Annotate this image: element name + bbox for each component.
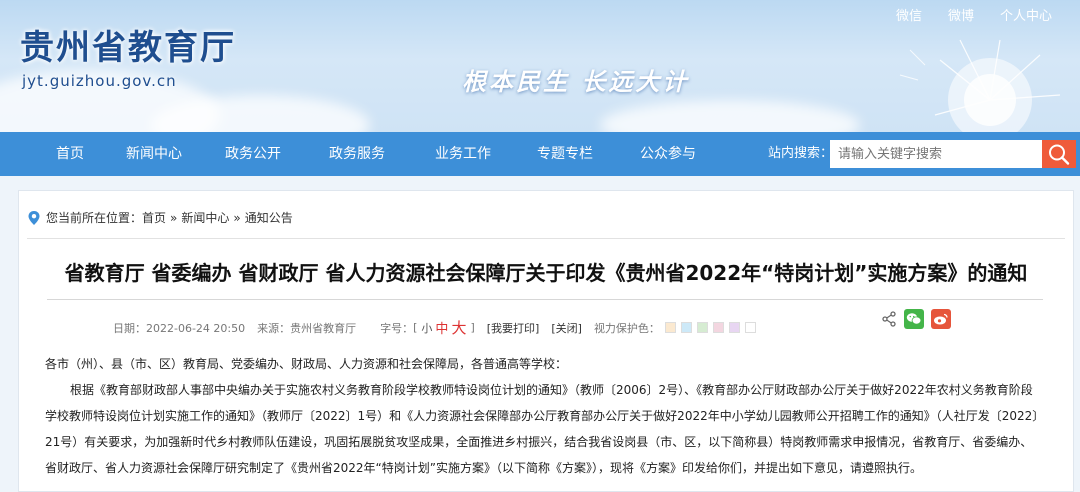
print-button[interactable]: [我要打印] xyxy=(487,320,540,336)
close-button[interactable]: [关闭] xyxy=(551,320,582,336)
breadcrumb: 您当前所在位置： 首页 » 新闻中心 » 通知公告 xyxy=(27,209,293,226)
article-date: 日期：2022-06-24 20:50 xyxy=(113,321,246,335)
location-pin-icon xyxy=(28,210,40,225)
breadcrumb-news[interactable]: 新闻中心 xyxy=(181,209,229,226)
nav-item-topics[interactable]: 专题专栏 xyxy=(537,132,593,176)
nav-item-services[interactable]: 政务服务 xyxy=(329,132,385,176)
font-size-small[interactable]: 小 xyxy=(421,320,432,336)
share-bar xyxy=(881,309,951,329)
breadcrumb-home[interactable]: 首页 xyxy=(142,209,166,226)
font-size-medium[interactable]: 中 xyxy=(435,318,448,337)
bracket-close: ] xyxy=(470,321,475,334)
eye-color-swatch[interactable] xyxy=(728,322,740,333)
bracket-open: [ xyxy=(413,321,418,334)
eye-protection-label: 视力保护色： xyxy=(593,321,660,335)
dandelion-decoration xyxy=(899,39,1061,132)
slogan: 根本民生 长远大计 xyxy=(462,67,690,96)
cloud-decoration xyxy=(600,100,860,132)
top-link-weibo[interactable]: 微博 xyxy=(948,5,974,24)
eye-color-swatch[interactable] xyxy=(696,322,708,333)
nav-item-business[interactable]: 业务工作 xyxy=(435,132,491,176)
search-label: 站内搜索： xyxy=(768,146,834,161)
font-size-label: 字号： xyxy=(380,321,414,335)
weibo-share-button[interactable] xyxy=(931,309,951,329)
article-paragraph: 根据《教育部财政部人事部中央编办关于实施农村义务教育阶段学校教师特设岗位计划的通… xyxy=(45,383,1039,475)
top-link-wechat[interactable]: 微信 xyxy=(896,5,922,24)
share-icon[interactable] xyxy=(881,311,897,327)
article-body: 各市（州）、县（市、区）教育局、党委编办、财政局、人力资源和社会保障局，各普通高… xyxy=(45,351,1043,481)
search-icon xyxy=(1049,144,1070,165)
site-domain: jyt.guizhou.gov.cn xyxy=(22,72,177,90)
nav-item-news[interactable]: 新闻中心 xyxy=(126,132,182,176)
site-title[interactable]: 贵州省教育厅 xyxy=(20,20,236,69)
eye-color-swatch[interactable] xyxy=(744,322,756,333)
eye-color-swatch[interactable] xyxy=(664,322,676,333)
breadcrumb-separator: » xyxy=(233,210,241,225)
search-input[interactable] xyxy=(830,140,1042,168)
article-paragraph: 各市（州）、县（市、区）教育局、党委编办、财政局、人力资源和社会保障局，各普通高… xyxy=(45,357,568,371)
nav-item-gov-affairs[interactable]: 政务公开 xyxy=(225,132,281,176)
breadcrumb-separator: » xyxy=(170,210,178,225)
weibo-icon xyxy=(934,313,948,325)
breadcrumb-prefix: 您当前所在位置： xyxy=(46,211,143,225)
nav-item-public[interactable]: 公众参与 xyxy=(640,132,696,176)
nav-item-home[interactable]: 首页 xyxy=(56,132,84,176)
content-panel: 您当前所在位置： 首页 » 新闻中心 » 通知公告 省教育厅 省委编办 省财政厅… xyxy=(18,190,1074,492)
eye-color-swatch[interactable] xyxy=(712,322,724,333)
wechat-share-button[interactable] xyxy=(904,309,924,329)
breadcrumb-notices[interactable]: 通知公告 xyxy=(245,209,293,226)
header-banner: 贵州省教育厅 jyt.guizhou.gov.cn 根本民生 长远大计 微信 微… xyxy=(0,0,1080,132)
divider xyxy=(27,238,1065,239)
font-size-large[interactable]: 大 xyxy=(451,317,466,338)
title-divider xyxy=(47,299,1043,300)
eye-color-swatch[interactable] xyxy=(680,322,692,333)
article-source: 来源：贵州省教育厅 xyxy=(257,321,357,335)
article-title: 省教育厅 省委编办 省财政厅 省人力资源社会保障厅关于印发《贵州省2022年“特… xyxy=(64,261,1028,285)
main-nav: 首页 新闻中心 政务公开 政务服务 业务工作 专题专栏 公众参与 站内搜索： xyxy=(0,132,1080,176)
wechat-icon xyxy=(906,313,922,325)
article-meta: 日期：2022-06-24 20:50 来源：贵州省教育厅 字号： [ 小 中 … xyxy=(113,317,756,338)
search-button[interactable] xyxy=(1042,140,1076,168)
top-link-personal-center[interactable]: 个人中心 xyxy=(1000,5,1052,24)
top-links: 微信 微博 个人中心 xyxy=(896,5,1052,24)
